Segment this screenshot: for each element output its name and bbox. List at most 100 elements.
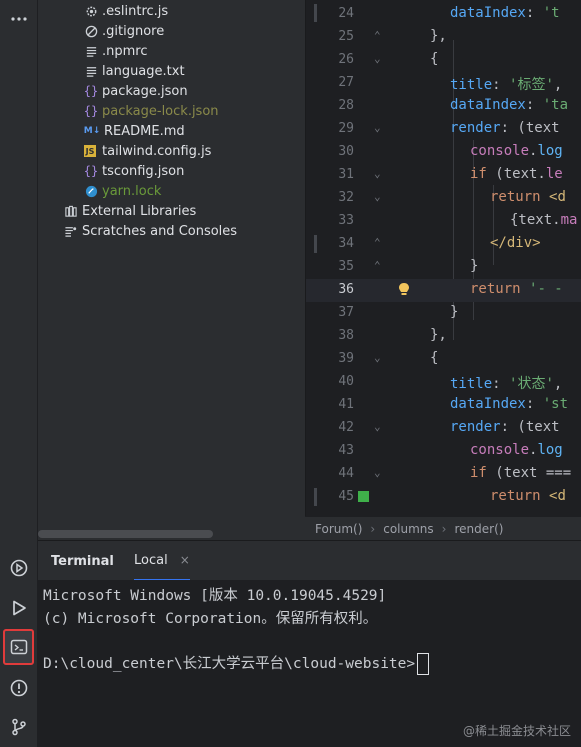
project-tree: .eslintrc.js .gitignore .npmrc language.… — [38, 0, 305, 540]
code-text: } — [450, 304, 459, 320]
breadcrumb: Forum() › columns › render() — [305, 516, 581, 540]
code-line: 40 title: '状态', — [306, 371, 581, 394]
text-file-icon — [84, 44, 98, 58]
code-line: 45 return <d — [306, 486, 581, 509]
ignore-icon — [84, 24, 98, 38]
tree-item-label: .gitignore — [102, 23, 165, 39]
fold-icon[interactable]: ⌄ — [374, 167, 381, 180]
tree-item-readme[interactable]: M↓ README.md — [84, 121, 185, 141]
problems-icon[interactable] — [0, 673, 37, 703]
fold-icon[interactable]: ⌃ — [374, 29, 381, 42]
fold-icon[interactable]: ⌄ — [374, 121, 381, 134]
line-number: 45 — [338, 489, 354, 504]
code-line: 37} — [306, 302, 581, 325]
code-text: dataIndex: 'st — [450, 396, 569, 412]
git-icon[interactable] — [0, 712, 37, 742]
fold-icon[interactable]: ⌄ — [374, 351, 381, 364]
terminal-header: Terminal Local × — [38, 540, 581, 581]
lightbulb-icon[interactable] — [398, 282, 410, 302]
code-text: }, — [430, 28, 447, 44]
fold-icon[interactable]: ⌄ — [374, 52, 381, 65]
terminal-cursor[interactable] — [417, 653, 430, 675]
more-icon[interactable] — [0, 4, 37, 34]
line-number: 43 — [338, 443, 354, 458]
terminal-prompt: D:\cloud_center\长江大学云平台\cloud-website> — [43, 656, 416, 672]
fold-icon[interactable]: ⌃ — [374, 259, 381, 272]
code-line: 42 ⌄ render: (text — [306, 417, 581, 440]
run-icon[interactable] — [0, 593, 37, 623]
tree-item-label: tailwind.config.js — [102, 143, 212, 159]
code-text: return <d — [490, 488, 566, 504]
yarn-icon — [84, 184, 98, 198]
code-line: 39 ⌄ { — [306, 348, 581, 371]
tree-item-package-lock-json[interactable]: {} package-lock.json — [84, 101, 219, 121]
line-number: 33 — [338, 213, 354, 228]
json-icon: {} — [83, 104, 99, 118]
line-number: 26 — [338, 52, 354, 67]
tree-item-tsconfig[interactable]: {} tsconfig.json — [84, 161, 185, 181]
line-number: 24 — [338, 6, 354, 21]
terminal-icon[interactable] — [3, 629, 34, 665]
tree-item-package-json[interactable]: {} package.json — [84, 81, 188, 101]
markdown-icon: M↓ — [83, 126, 101, 136]
fold-icon[interactable]: ⌄ — [374, 466, 381, 479]
code-text: if (text === — [470, 465, 572, 481]
code-text: dataIndex: 'ta — [450, 97, 569, 113]
tree-item-scratches[interactable]: Scratches and Consoles — [64, 221, 237, 241]
line-number: 36 — [338, 282, 354, 297]
services-icon[interactable] — [0, 553, 37, 583]
tree-item-label: language.txt — [102, 63, 185, 79]
line-number: 35 — [338, 259, 354, 274]
code-text: render: (text — [450, 419, 560, 435]
breadcrumb-item[interactable]: Forum() — [315, 522, 362, 536]
code-text: dataIndex: 't — [450, 5, 560, 21]
code-line: 41 dataIndex: 'st — [306, 394, 581, 417]
tool-window-bar — [0, 0, 38, 747]
color-swatch-icon — [358, 491, 369, 502]
terminal-prompt-line: D:\cloud_center\长江大学云平台\cloud-website> — [43, 652, 430, 675]
fold-icon[interactable]: ⌄ — [374, 420, 381, 433]
code-text: title: '状态', — [450, 376, 563, 392]
tree-item-label: README.md — [104, 123, 185, 139]
code-line: 24 dataIndex: 't — [306, 3, 581, 26]
line-number: 32 — [338, 190, 354, 205]
tree-item-npmrc[interactable]: .npmrc — [84, 41, 148, 61]
tree-item-label: package-lock.json — [102, 103, 219, 119]
gear-icon — [84, 4, 98, 18]
horizontal-scrollbar[interactable] — [38, 530, 213, 538]
watermark: @稀土掘金技术社区 — [462, 724, 571, 738]
tree-item-eslintrc[interactable]: .eslintrc.js — [84, 1, 168, 21]
js-icon: JS — [84, 145, 96, 157]
code-text: title: '标签', — [450, 77, 563, 93]
tree-item-label: package.json — [102, 83, 188, 99]
line-number: 30 — [338, 144, 354, 159]
code-line: 30 console.log — [306, 141, 581, 164]
tree-item-external-libraries[interactable]: External Libraries — [64, 201, 196, 221]
tree-item-label: yarn.lock — [102, 183, 162, 199]
code-editor[interactable]: 24 dataIndex: 't 25 ⌃}, 26 ⌄ { 27 title: '标签'… — [305, 0, 581, 516]
tab-local[interactable]: Local × — [134, 541, 190, 581]
line-number: 41 — [338, 397, 354, 412]
code-text: } — [470, 258, 479, 274]
breadcrumb-item[interactable]: columns — [383, 522, 433, 536]
code-line: 43 console.log — [306, 440, 581, 463]
fold-icon[interactable]: ⌄ — [374, 190, 381, 203]
terminal-line: Microsoft Windows [版本 10.0.19045.4529] — [43, 588, 387, 604]
terminal-line: (c) Microsoft Corporation。保留所有权利。 — [43, 611, 378, 627]
tree-item-tailwind-config[interactable]: JS tailwind.config.js — [84, 141, 211, 161]
tree-item-language-txt[interactable]: language.txt — [84, 61, 185, 81]
code-line: 32 ⌄ return <d — [306, 187, 581, 210]
breadcrumb-item[interactable]: render() — [454, 522, 503, 536]
tree-item-gitignore[interactable]: .gitignore — [84, 21, 164, 41]
fold-icon[interactable]: ⌃ — [374, 236, 381, 249]
close-icon[interactable]: × — [180, 553, 190, 567]
line-number: 31 — [338, 167, 354, 182]
terminal-output[interactable]: Microsoft Windows [版本 10.0.19045.4529] (… — [38, 580, 581, 747]
tree-item-yarn-lock[interactable]: yarn.lock — [84, 181, 161, 201]
tree-item-label: .eslintrc.js — [102, 3, 169, 19]
line-number: 44 — [338, 466, 354, 481]
code-line: 28 dataIndex: 'ta — [306, 95, 581, 118]
line-number: 27 — [338, 75, 354, 90]
tab-label: Local — [134, 552, 168, 568]
code-text: {text.ma — [510, 212, 578, 228]
